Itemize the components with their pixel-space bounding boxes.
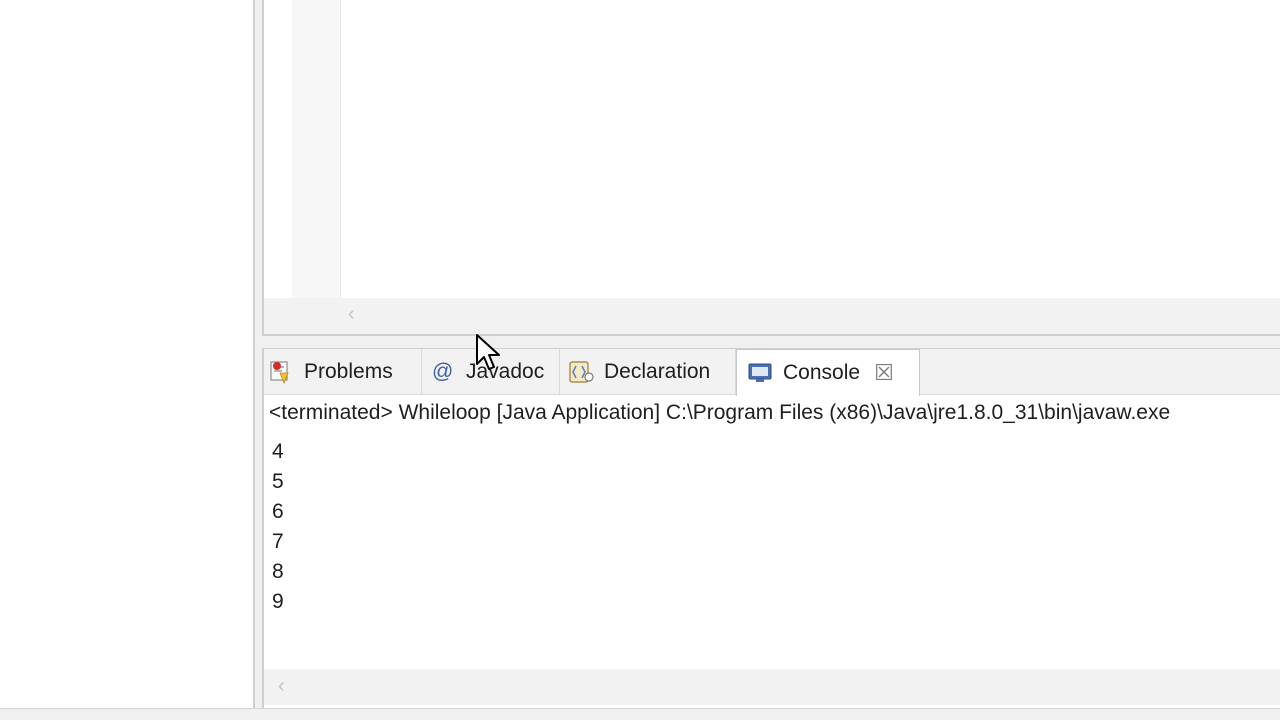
editor-horizontal-scrollbar[interactable]: ‹ [264,298,1280,334]
tab-problems[interactable]: Problems [268,349,422,395]
tab-declaration[interactable]: Declaration [560,349,736,395]
tab-problems-label: Problems [304,360,393,383]
tab-console-label: Console [783,361,861,384]
code-editor[interactable]: ‹ [262,0,1280,336]
view-tab-bar: Problems @ Javadoc Declaration Console ☒ [264,349,1280,396]
scroll-left-icon[interactable]: ‹ [278,675,285,698]
console-output-line: 9 [272,590,284,613]
sash-horizontal[interactable] [262,336,1280,348]
console-output-line: 7 [272,530,284,553]
console-output-line: 5 [272,470,284,493]
at-icon: @ [432,360,454,383]
problems-icon [268,359,294,385]
tab-console[interactable]: Console ☒ [736,349,920,396]
sash-vertical[interactable] [255,0,262,720]
package-explorer-pane [0,0,255,708]
console-output-line: 8 [272,560,284,583]
eclipse-window: ‹ Problems @ Javadoc Declaration Console… [0,0,1280,720]
declaration-icon [568,359,594,385]
tab-javadoc[interactable]: @ Javadoc [422,349,560,395]
editor-text-area[interactable] [341,0,1280,298]
tab-javadoc-label: Javadoc [466,360,545,383]
tab-declaration-label: Declaration [604,360,711,383]
status-bar [0,708,1280,720]
close-icon[interactable]: ☒ [874,360,894,386]
console-status-line: <terminated> Whileloop [Java Application… [269,401,1171,424]
console-output[interactable]: 4 5 6 7 8 9 [272,437,284,617]
console-horizontal-scrollbar[interactable]: ‹ [264,669,1280,705]
console-output-line: 6 [272,500,284,523]
scroll-left-icon[interactable]: ‹ [348,304,355,324]
console-icon [747,360,773,386]
console-output-line: 4 [272,440,284,463]
editor-line-ruler [292,0,341,298]
console-view: Problems @ Javadoc Declaration Console ☒… [262,348,1280,708]
